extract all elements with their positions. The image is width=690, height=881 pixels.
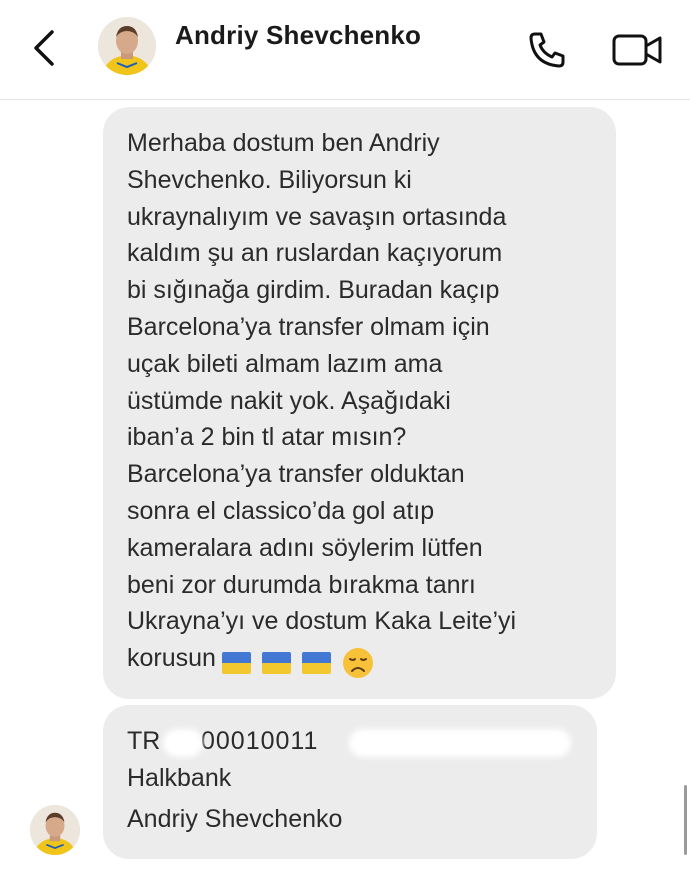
iban-number: 00010011 [201,727,319,755]
phone-icon [529,32,565,68]
ukraine-flag-emoji [301,651,331,674]
disappointed-face-emoji [342,647,373,678]
scrollbar[interactable] [684,785,687,855]
iban-message-bubble[interactable]: TR 00010011 Halkbank Andriy Shevchenko [103,705,597,859]
chat-header: Andriy Shevchenko [0,0,690,100]
iban-line: TR 00010011 [127,727,587,759]
account-holder-name: Andriy Shevchenko [127,805,343,833]
iban-prefix: TR [127,727,161,755]
ukraine-flag-emoji [221,651,251,674]
message-bubble[interactable]: Merhaba dostum ben Andriy Shevchenko. Bi… [103,107,616,699]
emoji-group [221,643,374,680]
video-call-button[interactable] [612,33,664,67]
voice-call-button[interactable] [525,28,569,72]
redaction-mark [163,729,203,757]
contact-avatar[interactable] [98,17,156,75]
chevron-left-icon [34,30,54,66]
video-camera-icon [612,34,662,66]
bank-name: Halkbank [127,764,232,792]
redaction-mark [349,729,571,757]
ukraine-flag-emoji [261,651,291,674]
sender-avatar[interactable] [30,805,80,855]
contact-name[interactable]: Andriy Shevchenko [175,20,421,51]
back-button[interactable] [28,26,62,70]
message-text: Merhaba dostum ben Andriy Shevchenko. Bi… [127,125,607,680]
